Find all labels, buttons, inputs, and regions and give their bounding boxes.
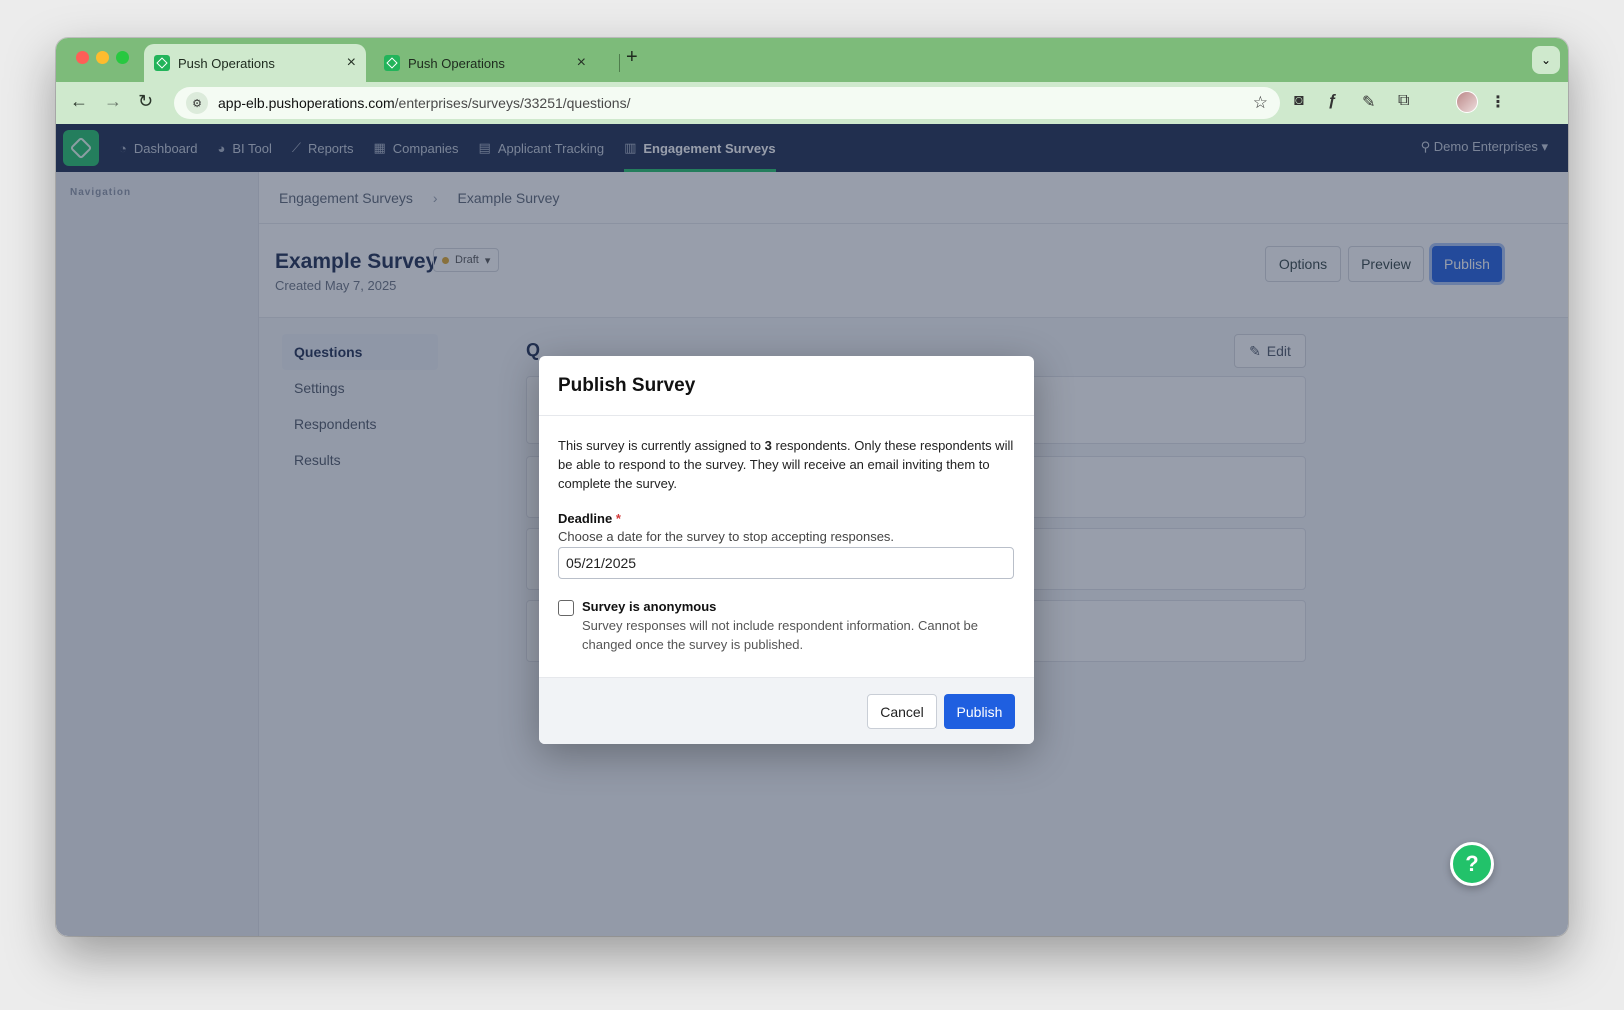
address-bar[interactable]: ⚙ app-elb.pushoperations.com /enterprise… bbox=[174, 87, 1280, 119]
reload-icon[interactable]: ↻ bbox=[138, 91, 153, 112]
anonymous-description: Survey responses will not include respon… bbox=[582, 618, 979, 652]
browser-window: Push Operations × Push Operations × + ⌄ … bbox=[56, 38, 1568, 936]
publish-button[interactable]: Publish bbox=[944, 694, 1015, 729]
dialog-title: Publish Survey bbox=[539, 356, 1034, 416]
anonymous-option: Survey is anonymous Survey responses wil… bbox=[558, 599, 1015, 654]
tab-title: Push Operations bbox=[408, 55, 505, 71]
back-arrow-icon[interactable]: ← bbox=[70, 91, 88, 112]
camera-icon[interactable]: ◙ bbox=[1294, 92, 1304, 110]
profile-avatar[interactable] bbox=[1456, 91, 1478, 113]
assignment-message: This survey is currently assigned to 3 r… bbox=[558, 436, 1015, 493]
browser-menu-icon[interactable]: ⋮ bbox=[1490, 92, 1506, 112]
cancel-button[interactable]: Cancel bbox=[867, 694, 937, 729]
url-host: app-elb.pushoperations.com bbox=[218, 95, 395, 111]
help-question-icon[interactable]: ? bbox=[1450, 842, 1494, 886]
dialog-footer: Cancel Publish bbox=[539, 677, 1034, 744]
publish-survey-dialog: Publish Survey This survey is currently … bbox=[539, 356, 1034, 744]
extensions-puzzle-icon[interactable]: ⧉ bbox=[1398, 92, 1409, 110]
tab-separator bbox=[619, 54, 620, 72]
close-window-button[interactable] bbox=[76, 51, 89, 64]
browser-tab[interactable]: Push Operations × bbox=[374, 44, 596, 82]
eyedropper-icon[interactable]: ✎ bbox=[1362, 92, 1375, 112]
tab-close-icon[interactable]: × bbox=[577, 54, 586, 72]
url-path: /enterprises/surveys/33251/questions/ bbox=[394, 95, 631, 111]
deadline-hint: Choose a date for the survey to stop acc… bbox=[558, 529, 895, 544]
message-text: This survey is currently assigned to bbox=[558, 438, 765, 453]
anonymous-checkbox[interactable] bbox=[558, 600, 574, 616]
bookmark-star-icon[interactable]: ☆ bbox=[1253, 93, 1268, 113]
respondent-count: 3 bbox=[764, 438, 772, 453]
minimize-window-button[interactable] bbox=[96, 51, 109, 64]
dialog-body: This survey is currently assigned to 3 r… bbox=[539, 416, 1034, 654]
push-operations-favicon-icon bbox=[154, 55, 170, 71]
deadline-label: Deadline * bbox=[558, 511, 1015, 526]
tab-search-chevron-icon[interactable]: ⌄ bbox=[1532, 46, 1560, 74]
site-settings-icon[interactable]: ⚙ bbox=[186, 92, 208, 114]
tab-close-icon[interactable]: × bbox=[347, 54, 356, 72]
deadline-date-input[interactable] bbox=[558, 547, 1014, 579]
tab-title: Push Operations bbox=[178, 55, 275, 71]
maximize-window-button[interactable] bbox=[116, 51, 129, 64]
forward-arrow-icon[interactable]: → bbox=[104, 91, 122, 112]
deadline-label-text: Deadline bbox=[558, 511, 613, 526]
browser-toolbar: ← → ↻ ⚙ app-elb.pushoperations.com /ente… bbox=[56, 82, 1568, 124]
required-asterisk: * bbox=[615, 511, 621, 526]
browser-tab-active[interactable]: Push Operations × bbox=[144, 44, 366, 82]
anonymous-label[interactable]: Survey is anonymous bbox=[582, 599, 1002, 614]
new-tab-button[interactable]: + bbox=[626, 46, 638, 69]
tab-strip: Push Operations × Push Operations × + ⌄ bbox=[56, 38, 1568, 82]
push-operations-favicon-icon bbox=[384, 55, 400, 71]
font-extension-icon[interactable]: ƒ bbox=[1328, 92, 1337, 110]
app-content: ◔ Dashboard ◕ BI Tool ⟋ Reports ▦ Compan… bbox=[56, 124, 1568, 936]
